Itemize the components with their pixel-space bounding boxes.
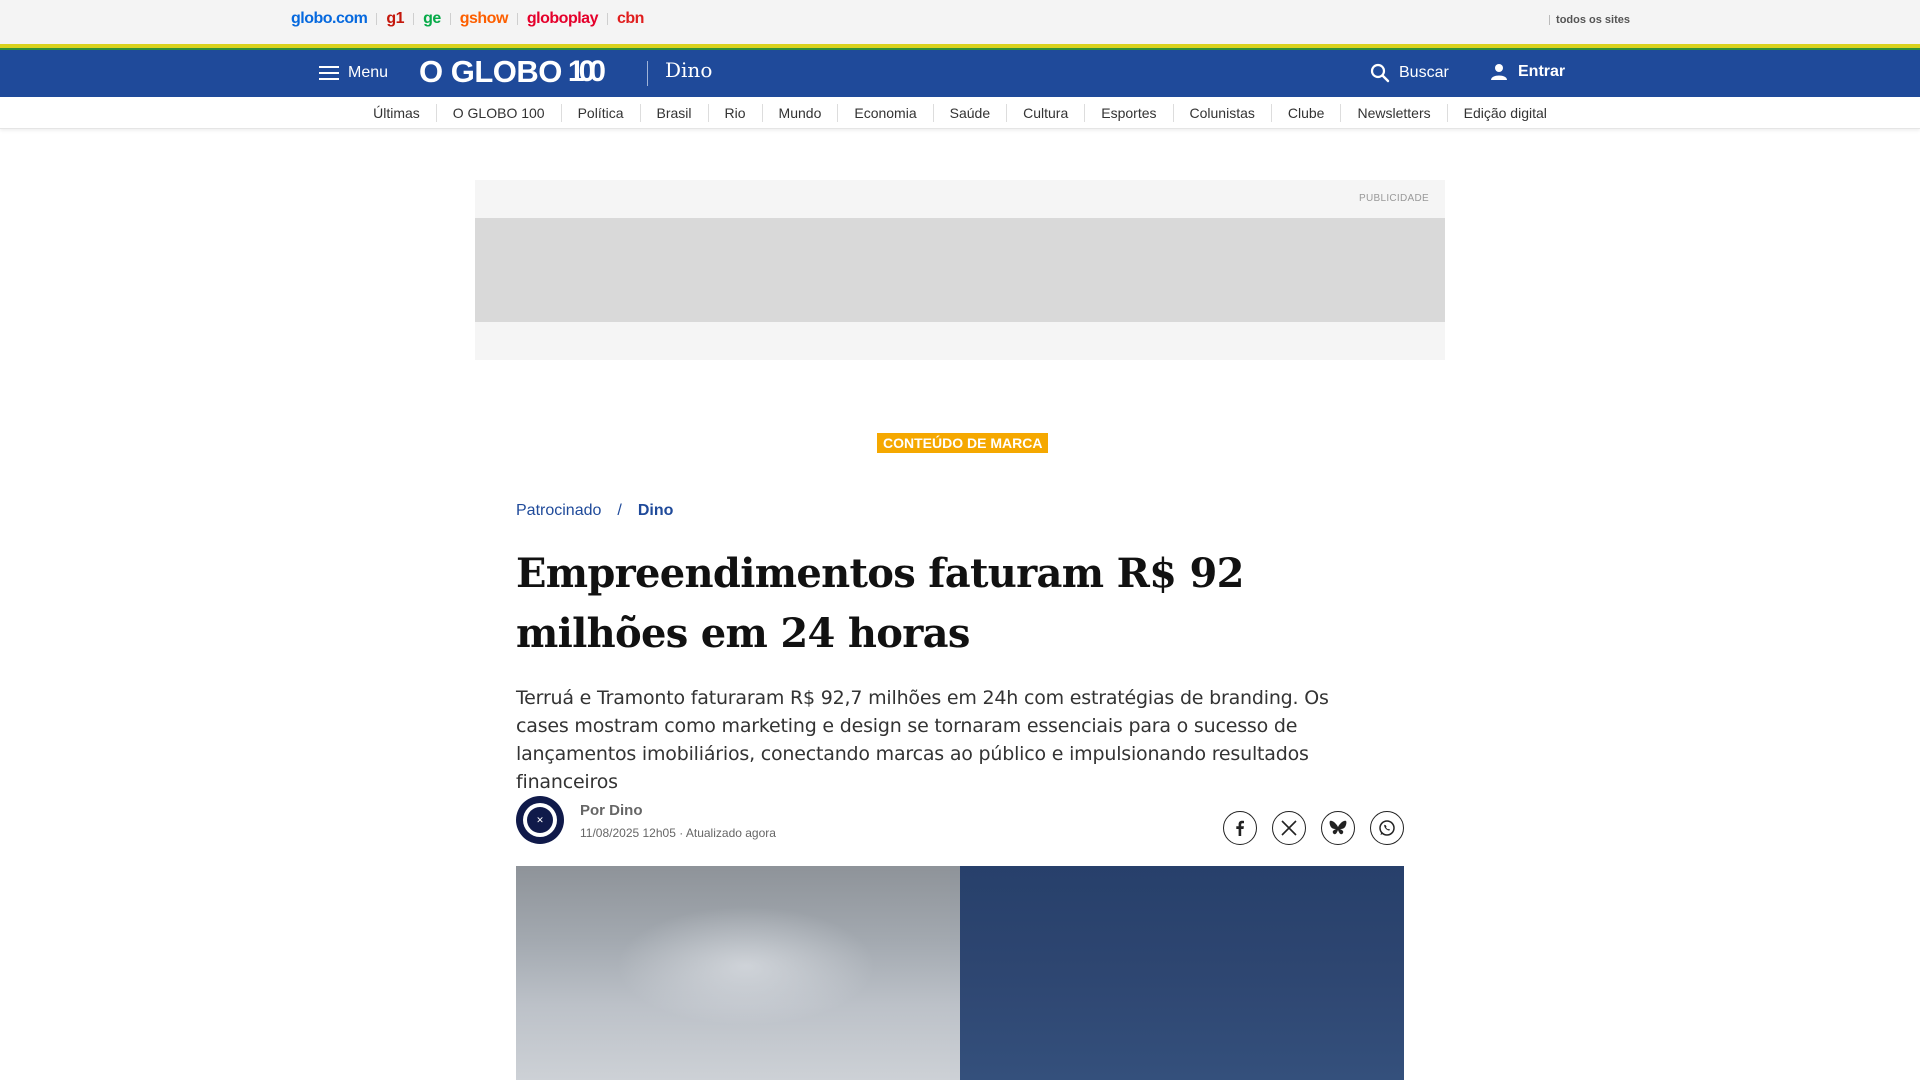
branded-content-badge: CONTEÚDO DE MARCA — [877, 433, 1049, 453]
site-header: Menu O GLOBO 100 Dino Buscar Entrar — [0, 50, 1920, 97]
facebook-icon — [1236, 820, 1244, 836]
nav-item-mundo[interactable]: Mundo — [761, 103, 838, 122]
nav-item-saude[interactable]: Saúde — [932, 103, 1006, 122]
breadcrumb-separator: / — [617, 502, 622, 519]
user-icon — [1491, 64, 1507, 80]
hero-image-right — [960, 866, 1404, 1080]
ad-label: PUBLICIDADE — [1359, 193, 1429, 204]
site-logo[interactable]: O GLOBO 100 — [419, 54, 606, 90]
hamburger-icon — [319, 65, 339, 81]
share-x-button[interactable] — [1272, 811, 1306, 845]
share-bluesky-button[interactable] — [1321, 811, 1355, 845]
network-divider — [606, 13, 608, 25]
network-link-globo[interactable]: globo.com — [291, 10, 368, 28]
breadcrumb-parent[interactable]: Patrocinado — [516, 502, 601, 520]
logo-100-mark: 100 — [567, 55, 606, 89]
share-facebook-button[interactable] — [1223, 811, 1257, 845]
nav-item-politica[interactable]: Política — [560, 103, 640, 122]
hero-image-left — [516, 866, 960, 1080]
menu-button[interactable]: Menu — [319, 63, 388, 82]
network-link-globoplay[interactable]: globoplay — [527, 10, 599, 28]
login-label: Entrar — [1518, 63, 1566, 80]
network-link-gshow[interactable]: gshow — [460, 10, 509, 28]
nav-item-colunistas[interactable]: Colunistas — [1172, 103, 1271, 122]
x-icon — [1281, 820, 1297, 836]
author-avatar[interactable]: ✕ — [516, 796, 564, 844]
ad-slot[interactable] — [475, 218, 1445, 322]
search-icon — [1370, 63, 1390, 83]
logo-100-text: 100 — [567, 55, 606, 88]
bluesky-icon — [1329, 820, 1347, 835]
publish-date: 11/08/2025 12h05 · Atualizado agora — [580, 826, 776, 840]
whatsapp-icon — [1379, 820, 1395, 836]
section-nav: Últimas O GLOBO 100 Política Brasil Rio … — [0, 97, 1920, 129]
article-subtitle: Terruá e Tramonto faturaram R$ 92,7 milh… — [516, 687, 1329, 793]
share-whatsapp-button[interactable] — [1370, 811, 1404, 845]
breadcrumb: Patrocinado / Dino — [516, 502, 673, 520]
network-divider — [449, 13, 451, 25]
nav-item-ultimas[interactable]: Últimas — [357, 104, 436, 122]
ad-container: PUBLICIDADE — [475, 180, 1445, 360]
network-divider — [413, 13, 415, 25]
nav-item-economia[interactable]: Economia — [837, 103, 932, 122]
nav-item-o-globo-100[interactable]: O GLOBO 100 — [435, 103, 561, 122]
logo-divider — [647, 61, 648, 86]
avatar-ring: ✕ — [523, 803, 557, 837]
hero-image — [516, 866, 1404, 1080]
nav-item-edicao-digital[interactable]: Edição digital — [1446, 103, 1563, 122]
hero-image-haze — [616, 906, 876, 1026]
nav-item-brasil[interactable]: Brasil — [639, 103, 708, 122]
author-name[interactable]: Por Dino — [580, 802, 643, 819]
all-sites-divider — [1549, 15, 1551, 25]
nav-item-esportes[interactable]: Esportes — [1084, 103, 1172, 122]
menu-label: Menu — [348, 64, 389, 81]
nav-item-rio[interactable]: Rio — [707, 103, 762, 122]
nav-item-cultura[interactable]: Cultura — [1006, 103, 1084, 122]
network-link-cbn[interactable]: cbn — [617, 10, 644, 28]
network-link-ge[interactable]: ge — [423, 10, 441, 28]
search-button[interactable]: Buscar — [1370, 63, 1449, 83]
byline: ✕ Por Dino 11/08/2025 12h05 · Atualizado… — [516, 796, 1404, 846]
all-sites-link[interactable]: todos os sites — [1549, 14, 1630, 26]
network-link-g1[interactable]: g1 — [386, 10, 404, 28]
network-links: globo.com g1 ge gshow globoplay cbn — [291, 10, 644, 28]
article-title: Empreendimentos faturam R$ 92 milhões em… — [516, 550, 1244, 657]
network-divider — [516, 13, 518, 25]
share-buttons — [1208, 811, 1404, 845]
search-label: Buscar — [1399, 64, 1449, 81]
network-bar: globo.com g1 ge gshow globoplay cbn todo… — [0, 0, 1920, 44]
nav-item-clube[interactable]: Clube — [1270, 103, 1341, 122]
logo-text: O GLOBO — [419, 54, 562, 89]
breadcrumb-current[interactable]: Dino — [638, 502, 674, 520]
network-divider — [376, 13, 378, 25]
login-button[interactable]: Entrar — [1490, 63, 1565, 81]
nav-item-newsletters[interactable]: Newsletters — [1340, 103, 1446, 122]
section-name[interactable]: Dino — [665, 58, 712, 82]
author-logo-icon: ✕ — [527, 807, 553, 833]
all-sites-label: todos os sites — [1556, 14, 1630, 26]
